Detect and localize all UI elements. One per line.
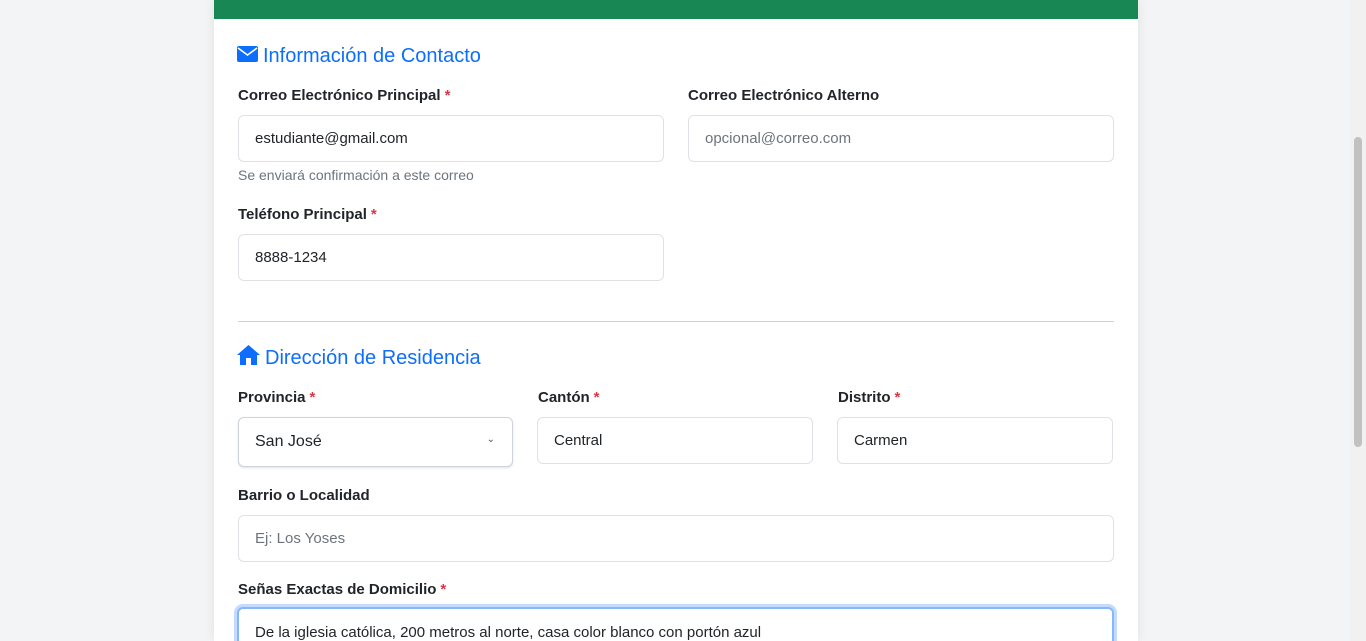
exact-address-textarea[interactable]: De la iglesia católica, 200 metros al no…: [237, 607, 1114, 641]
email-primary-help: Se enviará confirmación a este correo: [238, 167, 474, 183]
card-header-bar: [214, 0, 1138, 19]
scrollbar-thumb[interactable]: [1354, 137, 1362, 447]
exact-address-value: De la iglesia católica, 200 metros al no…: [255, 624, 762, 641]
phone-label: Teléfono Principal *: [238, 206, 377, 223]
envelope-icon: [237, 45, 263, 68]
exact-address-label: Señas Exactas de Domicilio *: [238, 581, 446, 598]
province-value: San José: [255, 433, 322, 450]
email-primary-label: Correo Electrónico Principal *: [238, 87, 450, 104]
email-alt-label-text: Correo Electrónico Alterno: [688, 87, 880, 104]
canton-value: Central: [554, 432, 603, 449]
district-input[interactable]: Carmen: [837, 417, 1113, 464]
neighborhood-placeholder: Ej: Los Yoses: [255, 530, 346, 547]
home-icon: [237, 345, 265, 371]
phone-label-text: Teléfono Principal: [238, 206, 367, 223]
neighborhood-label-text: Barrio o Localidad: [238, 487, 370, 504]
province-select[interactable]: San José ⌄: [238, 417, 513, 467]
required-marker: *: [894, 389, 901, 406]
page-scrollbar[interactable]: [1350, 0, 1366, 641]
address-section-title: Dirección de Residencia: [237, 343, 481, 373]
phone-input[interactable]: 8888-1234: [238, 234, 664, 281]
canton-input[interactable]: Central: [537, 417, 813, 464]
form-card: Información de Contacto Correo Electróni…: [214, 0, 1138, 641]
neighborhood-input[interactable]: Ej: Los Yoses: [238, 515, 1114, 562]
email-primary-label-text: Correo Electrónico Principal: [238, 87, 441, 104]
email-alt-label: Correo Electrónico Alterno: [688, 87, 879, 104]
required-marker: *: [440, 581, 447, 598]
district-value: Carmen: [854, 432, 908, 449]
district-label: Distrito *: [838, 389, 900, 406]
section-divider: [238, 321, 1114, 322]
email-primary-value: estudiante@gmail.com: [255, 130, 408, 147]
canton-label-text: Cantón: [538, 389, 590, 406]
canton-label: Cantón *: [538, 389, 600, 406]
email-alt-input[interactable]: opcional@correo.com: [688, 115, 1114, 162]
required-marker: *: [593, 389, 600, 406]
contact-title-text: Información de Contacto: [263, 44, 481, 67]
exact-address-label-text: Señas Exactas de Domicilio: [238, 581, 437, 598]
required-marker: *: [444, 87, 451, 104]
contact-section-title: Información de Contacto: [237, 41, 481, 71]
email-primary-input[interactable]: estudiante@gmail.com: [238, 115, 664, 162]
required-marker: *: [370, 206, 377, 223]
neighborhood-label: Barrio o Localidad: [238, 487, 370, 504]
phone-value: 8888-1234: [255, 249, 327, 266]
chevron-down-icon: ⌄: [486, 434, 495, 445]
address-title-text: Dirección de Residencia: [265, 346, 481, 369]
province-label-text: Provincia: [238, 389, 306, 406]
district-label-text: Distrito: [838, 389, 891, 406]
required-marker: *: [309, 389, 316, 406]
province-label: Provincia *: [238, 389, 315, 406]
email-alt-placeholder: opcional@correo.com: [705, 130, 852, 147]
